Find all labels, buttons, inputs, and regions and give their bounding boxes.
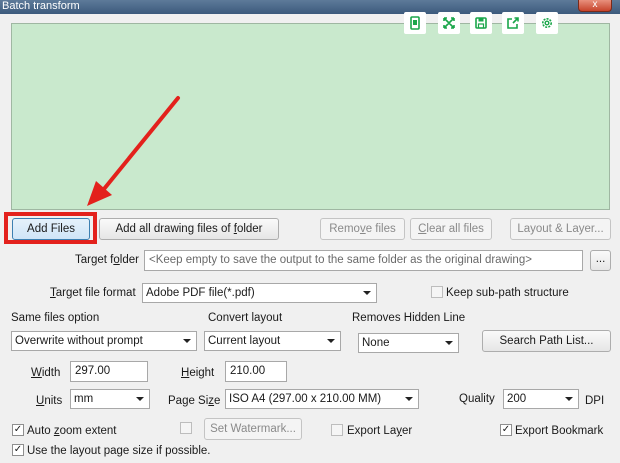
height-label: Height bbox=[181, 367, 215, 379]
hidden-line-value: None bbox=[362, 337, 390, 349]
export-layer-label: Export Layer bbox=[347, 425, 413, 437]
width-label: Width bbox=[31, 367, 61, 379]
page-size-label: Page Size bbox=[168, 395, 221, 407]
clear-all-files-button[interactable]: Clear all files bbox=[410, 218, 492, 240]
target-file-format-label: Target file format bbox=[50, 287, 136, 299]
chevron-down-icon bbox=[327, 339, 335, 343]
quality-label: Quality bbox=[459, 393, 495, 405]
same-files-value: Overwrite without prompt bbox=[15, 335, 143, 347]
convert-layout-value: Current layout bbox=[208, 335, 281, 347]
use-layout-size-label: Use the layout page size if possible. bbox=[27, 445, 211, 457]
same-files-option-label: Same files option bbox=[11, 312, 100, 324]
units-select[interactable]: mm bbox=[70, 389, 150, 409]
target-folder-label: Target folder bbox=[75, 254, 139, 266]
same-files-select[interactable]: Overwrite without prompt bbox=[11, 331, 197, 351]
chevron-down-icon bbox=[445, 341, 453, 345]
height-input[interactable]: 210.00 bbox=[225, 361, 287, 382]
chevron-down-icon bbox=[136, 397, 144, 401]
dpi-label: DPI bbox=[585, 395, 605, 407]
chevron-down-icon bbox=[405, 397, 413, 401]
hidden-line-select[interactable]: None bbox=[358, 333, 459, 353]
browse-folder-button[interactable]: ... bbox=[590, 250, 611, 271]
set-watermark-checkbox[interactable] bbox=[180, 422, 192, 434]
quality-select[interactable]: 200 bbox=[503, 389, 579, 409]
convert-layout-select[interactable]: Current layout bbox=[204, 331, 341, 351]
removes-hidden-line-label: Removes Hidden Line bbox=[352, 312, 466, 324]
quality-value: 200 bbox=[507, 393, 527, 405]
search-path-list-button[interactable]: Search Path List... bbox=[482, 330, 611, 352]
set-watermark-button[interactable]: Set Watermark... bbox=[204, 418, 302, 440]
page-size-value: ISO A4 (297.00 x 210.00 MM) bbox=[229, 393, 382, 405]
keep-subpath-label: Keep sub-path structure bbox=[446, 287, 569, 299]
export-bookmark-label: Export Bookmark bbox=[515, 425, 604, 437]
auto-zoom-checkbox[interactable]: ✓ bbox=[12, 424, 24, 436]
export-layer-checkbox[interactable] bbox=[331, 424, 343, 436]
target-folder-input[interactable]: <Keep empty to save the output to the sa… bbox=[144, 250, 583, 271]
keep-subpath-checkbox[interactable] bbox=[431, 286, 443, 298]
convert-layout-label: Convert layout bbox=[208, 312, 283, 324]
layout-layer-button[interactable]: Layout & Layer... bbox=[510, 218, 611, 240]
add-files-button[interactable]: Add Files bbox=[12, 218, 90, 240]
page-size-select[interactable]: ISO A4 (297.00 x 210.00 MM) bbox=[225, 389, 419, 409]
target-format-select[interactable]: Adobe PDF file(*.pdf) bbox=[142, 283, 377, 303]
units-value: mm bbox=[74, 393, 94, 405]
remove-files-button[interactable]: Remove files bbox=[320, 218, 405, 240]
use-layout-size-checkbox[interactable]: ✓ bbox=[12, 444, 24, 456]
chevron-down-icon bbox=[565, 397, 573, 401]
add-all-drawing-files-button[interactable]: Add all drawing files of folder bbox=[99, 218, 279, 240]
chevron-down-icon bbox=[363, 291, 371, 295]
target-format-value: Adobe PDF file(*.pdf) bbox=[146, 287, 255, 299]
chevron-down-icon bbox=[183, 339, 191, 343]
export-bookmark-checkbox[interactable]: ✓ bbox=[500, 424, 512, 436]
units-label: Units bbox=[36, 395, 63, 407]
width-input[interactable]: 297.00 bbox=[70, 361, 148, 382]
auto-zoom-label: Auto zoom extent bbox=[27, 425, 117, 437]
